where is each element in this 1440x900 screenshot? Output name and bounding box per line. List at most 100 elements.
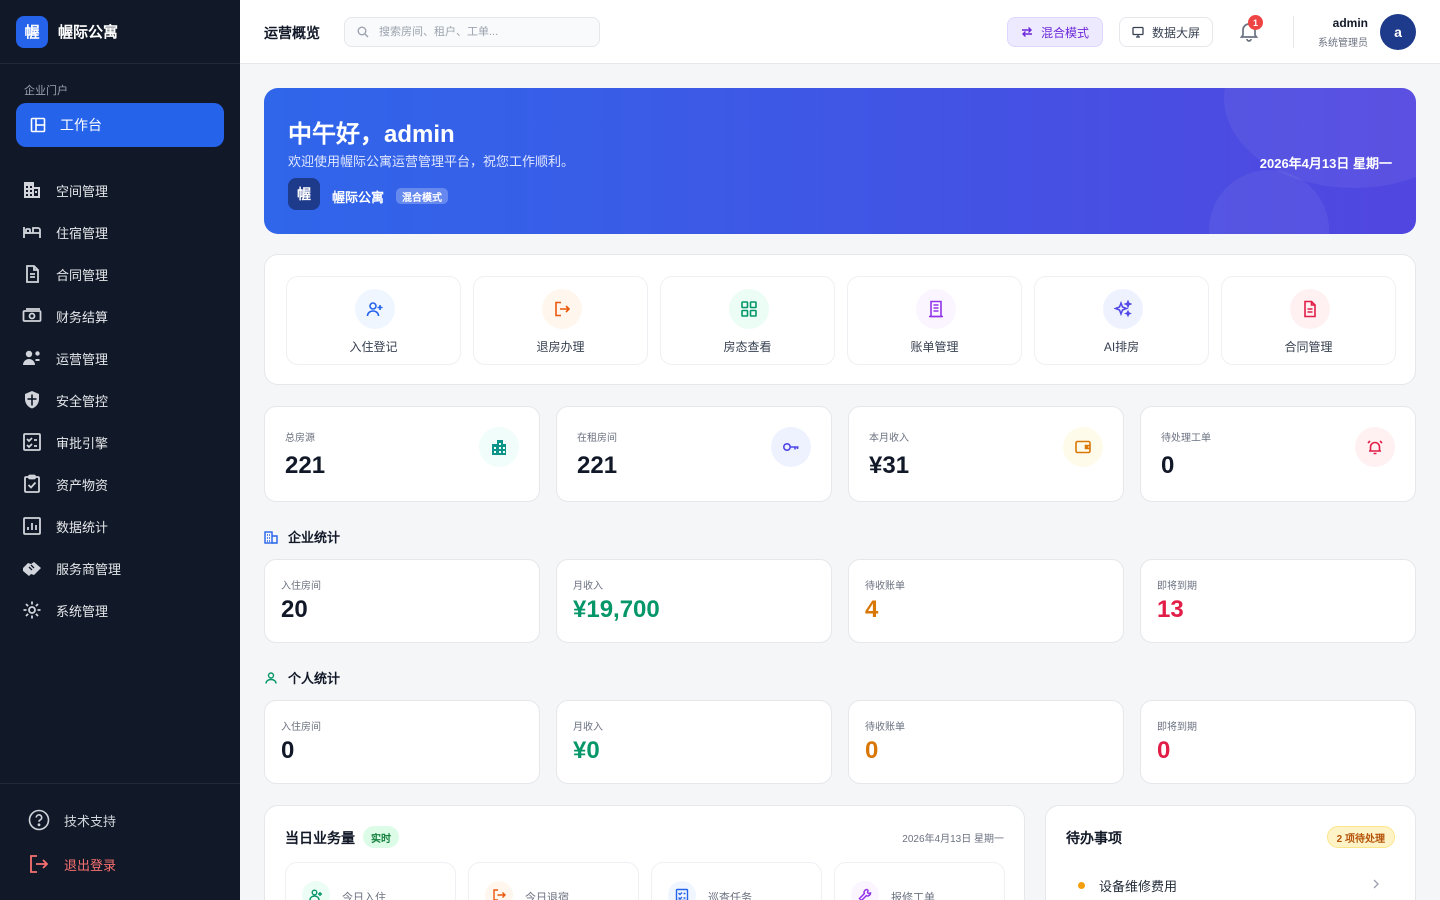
quick-action-checkin[interactable]: 入住登记 <box>286 276 461 365</box>
sidebar-item-operations[interactable]: 运营管理 <box>0 337 240 379</box>
sidebar-item-system[interactable]: 系统管理 <box>0 589 240 631</box>
stat-label: 待处理工单 <box>1161 433 1211 444</box>
personal-card-receivable: 待收账单 0 <box>848 700 1124 784</box>
checklist-icon <box>675 888 689 900</box>
sidebar-item-providers[interactable]: 服务商管理 <box>0 547 240 589</box>
sidebar-section-label: 企业门户 <box>24 85 68 97</box>
support-link[interactable]: 技术支持 <box>0 798 240 842</box>
enterprise-card-checked-in: 入住房间 20 <box>264 559 540 643</box>
stat-icon-bg <box>479 427 519 467</box>
panel-title: 当日业务量 <box>285 830 355 846</box>
grid-icon <box>741 301 757 317</box>
mini-label: 即将到期 <box>1157 581 1197 592</box>
realtime-badge: 实时 <box>363 826 399 848</box>
quick-action-contracts[interactable]: 合同管理 <box>1221 276 1396 365</box>
stat-icon-bg <box>1063 427 1103 467</box>
mode-switch-button[interactable]: 混合模式 <box>1007 17 1103 47</box>
quick-action-ai-arrange[interactable]: AI排房 <box>1034 276 1209 365</box>
mini-label: 月收入 <box>573 581 603 592</box>
qa-icon-bg <box>1290 289 1330 329</box>
clipboard-icon <box>24 474 40 493</box>
logout-icon <box>493 889 506 900</box>
todo-item[interactable]: 设备维修费用 <box>1078 876 1177 895</box>
stat-value: 221 <box>285 452 326 479</box>
sidebar-item-approval[interactable]: 审批引擎 <box>0 421 240 463</box>
stat-label: 在租房间 <box>577 433 617 444</box>
top-header: 运营概览 混合模式 数据大屏 1 admin 系统管理员 a <box>240 0 1440 64</box>
sidebar-item-label: 空间管理 <box>56 183 109 199</box>
stat-icon-bg <box>771 427 811 467</box>
mini-value: ¥19,700 <box>573 596 660 623</box>
enterprise-card-expiring: 即将到期 13 <box>1140 559 1416 643</box>
banner-mode-badge: 混合模式 <box>396 188 448 204</box>
mini-label: 月收入 <box>573 722 603 733</box>
chevron-right-icon[interactable] <box>1371 878 1381 890</box>
stat-value: 0 <box>1161 452 1175 479</box>
mode-button-label: 混合模式 <box>1040 25 1089 40</box>
qa-label: 合同管理 <box>1284 340 1333 354</box>
qa-label: 账单管理 <box>910 340 959 354</box>
tile-icon-bg <box>485 881 513 900</box>
user-plus-icon <box>366 302 383 317</box>
sidebar-item-finance[interactable]: 财务结算 <box>0 295 240 337</box>
sidebar-footer: 技术支持 退出登录 <box>0 783 240 886</box>
quick-action-room-status[interactable]: 房态查看 <box>660 276 835 365</box>
sidebar-item-contract[interactable]: 合同管理 <box>0 253 240 295</box>
daily-tile-repair[interactable]: 报修工单 <box>834 862 1005 900</box>
sidebar-item-security[interactable]: 安全管控 <box>0 379 240 421</box>
daily-tile-checkout[interactable]: 今日退宿 <box>468 862 639 900</box>
data-screen-button[interactable]: 数据大屏 <box>1119 17 1213 47</box>
greeting-subtitle: 欢迎使用幄际公寓运营管理平台，祝您工作顺利。 <box>288 154 575 169</box>
user-icon <box>265 671 277 684</box>
handshake-icon <box>23 562 41 576</box>
sidebar-item-assets[interactable]: 资产物资 <box>0 463 240 505</box>
user-role: 系统管理员 <box>1318 38 1368 49</box>
stat-card-pending-tickets: 待处理工单 0 <box>1140 406 1416 502</box>
mini-value: 20 <box>281 596 308 623</box>
mini-value: 0 <box>281 737 295 764</box>
qa-label: 房态查看 <box>723 340 772 354</box>
wrench-icon <box>858 888 872 900</box>
tile-icon-bg <box>851 881 879 900</box>
qa-icon-bg <box>916 289 956 329</box>
stat-value: 221 <box>577 452 618 479</box>
logout-label: 退出登录 <box>64 857 117 873</box>
gear-icon <box>23 601 41 619</box>
qa-icon-bg <box>355 289 395 329</box>
todo-status-dot <box>1078 882 1085 889</box>
users-gear-icon <box>23 350 40 365</box>
quick-action-bills[interactable]: 账单管理 <box>847 276 1022 365</box>
mini-value: 0 <box>1157 737 1171 764</box>
welcome-banner: 中午好，admin 欢迎使用幄际公寓运营管理平台，祝您工作顺利。 幄 幄际公寓 … <box>264 88 1416 234</box>
sidebar-item-space[interactable]: 空间管理 <box>0 169 240 211</box>
daily-business-panel: 当日业务量 实时 2026年4月13日 星期一 今日入住 今日退宿 巡查任务 报… <box>264 805 1025 900</box>
personal-card-expiring: 即将到期 0 <box>1140 700 1416 784</box>
sidebar-item-label: 资产物资 <box>56 477 109 493</box>
logout-icon <box>555 301 571 317</box>
checklist-icon <box>23 433 41 451</box>
logout-button[interactable]: 退出登录 <box>0 842 240 886</box>
user-plus-icon <box>309 889 322 900</box>
buildings-icon <box>492 440 506 455</box>
sidebar-item-statistics[interactable]: 数据统计 <box>0 505 240 547</box>
enterprise-card-receivable: 待收账单 4 <box>848 559 1124 643</box>
sidebar-item-lodging[interactable]: 住宿管理 <box>0 211 240 253</box>
brand[interactable]: 幄 幄际公寓 <box>0 0 240 64</box>
mini-label: 入住房间 <box>281 581 321 592</box>
brand-logo: 幄 <box>16 15 48 48</box>
mini-value: 0 <box>865 737 879 764</box>
search-input[interactable] <box>379 26 579 38</box>
screen-button-label: 数据大屏 <box>1151 25 1200 40</box>
avatar[interactable]: a <box>1380 14 1416 50</box>
personal-card-income: 月收入 ¥0 <box>556 700 832 784</box>
quick-action-checkout[interactable]: 退房办理 <box>473 276 648 365</box>
qa-label: 退房办理 <box>536 340 585 354</box>
sidebar-item-label: 安全管控 <box>56 393 109 409</box>
daily-tile-inspection[interactable]: 巡查任务 <box>651 862 822 900</box>
mini-value: 13 <box>1157 596 1184 623</box>
search-box[interactable] <box>344 17 600 47</box>
sidebar-item-workbench[interactable]: 工作台 <box>16 103 224 147</box>
daily-tile-checkin[interactable]: 今日入住 <box>285 862 456 900</box>
document-icon <box>26 265 39 283</box>
mini-value: ¥0 <box>573 737 600 764</box>
